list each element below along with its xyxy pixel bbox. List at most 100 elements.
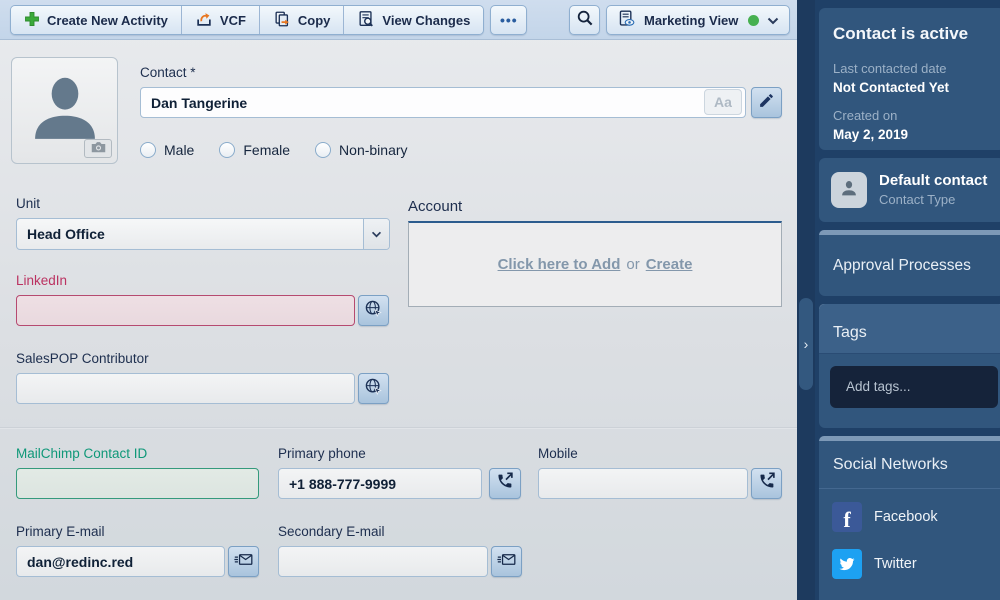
vcf-button[interactable]: VCF	[182, 6, 260, 34]
plus-icon	[24, 11, 40, 30]
gender-radio-female[interactable]: Female	[219, 142, 290, 158]
toolbar-button-row: Create New Activity VCF Copy View Change…	[10, 5, 527, 35]
more-actions-button[interactable]: •••	[490, 5, 527, 35]
sidebar-edge-strip: ›	[797, 0, 815, 600]
created-on-label: Created on	[833, 108, 897, 123]
unit-select[interactable]: Head Office	[16, 218, 390, 250]
salespop-contributor-input[interactable]	[16, 373, 355, 404]
copy-icon	[273, 10, 291, 31]
call-primary-phone-button[interactable]	[489, 468, 521, 499]
facebook-icon: f	[832, 502, 862, 532]
send-primary-email-button[interactable]	[228, 546, 259, 577]
create-new-activity-label: Create New Activity	[47, 13, 168, 28]
account-add-link[interactable]: Click here to Add	[498, 256, 621, 273]
contact-status-title: Contact is active	[833, 24, 968, 44]
copy-label: Copy	[298, 13, 331, 28]
contact-detail-page: Create New Activity VCF Copy View Change…	[0, 0, 1000, 600]
contact-photo-placeholder[interactable]	[11, 57, 118, 164]
contact-type-avatar	[831, 172, 867, 208]
radio-icon	[140, 142, 156, 158]
linkedin-label: LinkedIn	[16, 273, 67, 288]
globe-cursor-icon	[364, 377, 383, 401]
gender-radio-nonbinary[interactable]: Non-binary	[315, 142, 407, 158]
view-preview-icon	[617, 9, 636, 31]
linkedin-open-url-button[interactable]	[358, 295, 389, 326]
contact-name-input[interactable]	[140, 87, 746, 118]
radio-icon	[219, 142, 235, 158]
vcf-export-icon	[195, 10, 213, 31]
formatting-aa-button[interactable]: Aa	[704, 89, 742, 115]
tags-panel: Tags Add tags...	[819, 304, 1000, 428]
twitter-label: Twitter	[874, 556, 917, 572]
mailchimp-id-input[interactable]	[16, 468, 259, 499]
salespop-contributor-label: SalesPOP Contributor	[16, 351, 149, 366]
unit-value: Head Office	[17, 226, 363, 242]
social-divider	[819, 488, 1000, 489]
create-new-activity-button[interactable]: Create New Activity	[11, 6, 182, 34]
facebook-link[interactable]: f Facebook	[832, 502, 938, 532]
facebook-glyph: f	[843, 509, 850, 531]
twitter-link[interactable]: Twitter	[832, 549, 917, 579]
primary-email-input[interactable]	[16, 546, 225, 577]
add-tags-input[interactable]: Add tags...	[830, 366, 998, 408]
twitter-icon	[832, 549, 862, 579]
last-contacted-value: Not Contacted Yet	[833, 80, 949, 95]
status-dot	[748, 15, 759, 26]
gender-radio-male[interactable]: Male	[140, 142, 194, 158]
toolbar: Create New Activity VCF Copy View Change…	[0, 0, 797, 40]
edit-name-button[interactable]	[751, 87, 782, 118]
contact-type-panel[interactable]: Default contact Contact Type	[819, 158, 1000, 222]
mail-send-icon	[234, 552, 253, 572]
tags-title: Tags	[833, 324, 867, 342]
sidebar-collapse-handle[interactable]: ›	[799, 298, 813, 390]
view-changes-button[interactable]: View Changes	[344, 6, 483, 34]
unit-label: Unit	[16, 196, 40, 211]
social-networks-panel: Social Networks f Facebook Twitter	[819, 436, 1000, 600]
call-mobile-button[interactable]	[751, 468, 782, 499]
salespop-open-url-button[interactable]	[358, 373, 389, 404]
primary-email-label: Primary E-mail	[16, 524, 105, 539]
right-sidebar: › Contact is active Last contacted date …	[797, 0, 1000, 600]
ellipsis-icon: •••	[500, 12, 518, 28]
gender-radio-group: Male Female Non-binary	[140, 142, 408, 158]
primary-phone-input[interactable]	[278, 468, 482, 499]
mobile-input[interactable]	[538, 468, 748, 499]
mail-send-icon	[497, 552, 516, 572]
view-selector-dropdown[interactable]: Marketing View	[606, 5, 790, 35]
account-box: Click here to Add or Create	[408, 221, 782, 307]
view-changes-icon	[357, 10, 375, 31]
camera-icon	[91, 140, 106, 158]
account-label: Account	[408, 198, 462, 215]
account-create-link[interactable]: Create	[646, 256, 693, 273]
mobile-label: Mobile	[538, 446, 578, 461]
chevron-down-icon[interactable]	[363, 219, 389, 249]
search-button[interactable]	[569, 5, 600, 35]
account-or-text: or	[626, 256, 639, 273]
gender-female-label: Female	[243, 142, 290, 158]
primary-phone-label: Primary phone	[278, 446, 366, 461]
approval-processes-panel[interactable]: Approval Processes	[819, 230, 1000, 296]
facebook-label: Facebook	[874, 509, 938, 525]
globe-cursor-icon	[364, 299, 383, 323]
vcf-label: VCF	[220, 13, 246, 28]
chevron-right-icon: ›	[804, 336, 809, 352]
view-changes-label: View Changes	[382, 13, 470, 28]
pencil-icon	[758, 92, 775, 114]
send-secondary-email-button[interactable]	[491, 546, 522, 577]
created-on-value: May 2, 2019	[833, 127, 908, 142]
linkedin-input[interactable]	[16, 295, 355, 326]
last-contacted-label: Last contacted date	[833, 61, 946, 76]
approval-processes-title: Approval Processes	[833, 257, 971, 275]
contact-status-panel: Contact is active Last contacted date No…	[819, 8, 1000, 150]
contact-name-field-wrap: Aa	[140, 87, 746, 118]
contact-type-title: Default contact	[879, 172, 987, 189]
upload-photo-button[interactable]	[84, 139, 112, 158]
copy-button[interactable]: Copy	[260, 6, 345, 34]
secondary-email-label: Secondary E-mail	[278, 524, 385, 539]
chevron-down-icon	[767, 13, 779, 28]
mailchimp-id-label: MailChimp Contact ID	[16, 446, 147, 461]
radio-icon	[315, 142, 331, 158]
contact-name-label: Contact *	[140, 65, 196, 80]
contact-type-subtitle: Contact Type	[879, 192, 955, 207]
secondary-email-input[interactable]	[278, 546, 488, 577]
